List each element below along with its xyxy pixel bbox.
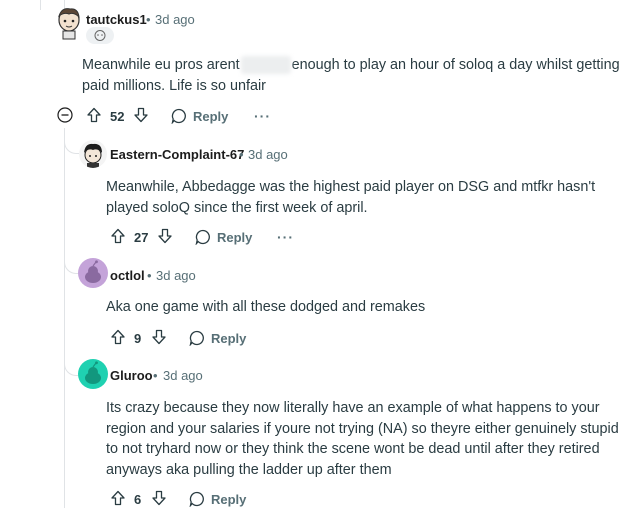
upvote-button[interactable]	[110, 228, 126, 249]
comment-text-part: played soloQ since the first week of apr…	[106, 199, 368, 216]
comment-author[interactable]: octlol	[110, 268, 145, 283]
comment-bubble-icon	[195, 229, 210, 245]
collapse-button[interactable]	[57, 107, 73, 123]
comment-text-part: anyways aka pulling the ladder up after …	[106, 461, 392, 478]
upvote-button[interactable]	[86, 107, 102, 128]
snoo-avatar-icon	[85, 361, 101, 384]
comment-author[interactable]: Eastern-Complaint-67	[110, 147, 244, 162]
comment-text-part: to not tryhard now or they think the sce…	[106, 441, 600, 457]
avatar[interactable]	[54, 6, 84, 40]
comment-timestamp[interactable]: 3d ago	[155, 12, 195, 27]
thread-curve-3	[64, 350, 79, 376]
comment-text-part: Meanwhile, Abbedagge was the highest pai…	[106, 179, 596, 195]
downvote-arrow-icon	[152, 329, 166, 345]
user-flair	[86, 27, 114, 44]
reply-button[interactable]: Reply	[189, 329, 249, 347]
vote-count: 9	[134, 331, 142, 346]
redacted-word	[240, 56, 291, 75]
comment-author[interactable]: tautckus1	[86, 12, 147, 27]
comment-body: Its crazy because they now literally hav…	[106, 398, 636, 480]
upvote-arrow-icon	[87, 107, 101, 123]
comment-text-part: enough to play an hour of soloq a day wh…	[291, 57, 620, 73]
reply-label: Reply	[193, 109, 229, 124]
reply-button[interactable]: Reply	[189, 490, 249, 508]
comment-bubble-icon	[171, 108, 186, 124]
downvote-button[interactable]	[133, 107, 149, 128]
cartoon-avatar-icon	[57, 8, 80, 40]
thread-line-top	[40, 0, 41, 10]
downvote-button[interactable]	[157, 228, 173, 249]
more-options-button[interactable]: ···	[254, 108, 271, 124]
separator-dot: •	[239, 147, 244, 162]
downvote-button[interactable]	[151, 490, 167, 511]
vote-count: 6	[134, 492, 142, 507]
downvote-button[interactable]	[151, 329, 167, 350]
comment-author[interactable]: Gluroo	[110, 368, 153, 383]
upvote-arrow-icon	[111, 490, 125, 506]
comment-text-part: paid millions. Life is so unfair	[82, 77, 266, 94]
avatar[interactable]	[79, 140, 107, 168]
more-options-button[interactable]: ···	[277, 229, 294, 245]
comment-body: Meanwhile eu pros arent enough to play an…	[82, 55, 632, 96]
downvote-arrow-icon	[158, 228, 172, 244]
comment-body: Aka one game with all these dodged and r…	[106, 297, 636, 318]
comment-timestamp[interactable]: 3d ago	[156, 268, 196, 283]
vote-count: 27	[134, 230, 149, 245]
reply-label: Reply	[211, 492, 247, 507]
comment-timestamp[interactable]: 3d ago	[163, 368, 203, 383]
vote-count: 52	[110, 109, 125, 124]
thread-curve-2	[64, 250, 79, 274]
dark-hair-avatar-icon	[84, 143, 102, 168]
reply-label: Reply	[211, 331, 247, 346]
upvote-button[interactable]	[110, 490, 126, 511]
snoo-avatar-icon	[85, 260, 101, 283]
comment-text-part: Meanwhile eu pros arent	[82, 57, 240, 73]
upvote-arrow-icon	[111, 228, 125, 244]
downvote-arrow-icon	[152, 490, 166, 506]
separator-dot: •	[153, 368, 158, 383]
separator-dot: •	[146, 12, 151, 27]
comment-body: Meanwhile, Abbedagge was the highest pai…	[106, 177, 636, 218]
comment-text-part: Its crazy because they now literally hav…	[106, 400, 600, 416]
reply-button[interactable]: Reply	[195, 228, 255, 246]
avatar[interactable]	[78, 258, 108, 288]
flair-icon	[94, 30, 106, 41]
comment-bubble-icon	[189, 330, 204, 346]
thread-curve-1	[64, 128, 79, 154]
upvote-arrow-icon	[111, 329, 125, 345]
comment-bubble-icon	[189, 491, 204, 507]
downvote-arrow-icon	[134, 107, 148, 123]
comment-text-part: region and your salaries if youre not tr…	[106, 420, 619, 437]
reply-button[interactable]: Reply	[171, 107, 231, 125]
separator-dot: •	[147, 268, 152, 283]
collapse-minus-icon	[57, 107, 73, 123]
comment-timestamp[interactable]: 3d ago	[248, 147, 288, 162]
upvote-button[interactable]	[110, 329, 126, 350]
thread-line-main	[64, 128, 65, 508]
comment-text-part: Aka one game with all these dodged and r…	[106, 299, 426, 315]
reply-label: Reply	[217, 230, 253, 245]
avatar[interactable]	[78, 359, 108, 389]
